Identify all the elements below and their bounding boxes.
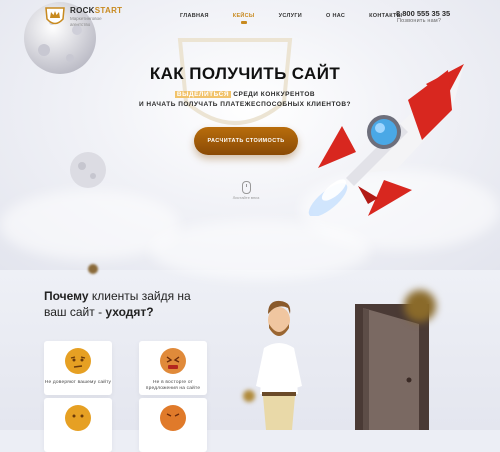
card-text: Не доверяют вашему сайту [44,380,112,385]
scroll-hint: Листайте вниз [232,195,260,200]
phone-number[interactable]: 8 800 555 35 35 [396,9,450,18]
meteor-illustration [70,152,106,188]
reason-card: Не в восторге от предложения на сайте [139,341,207,395]
cloud [150,220,370,280]
reason-card: Не доверяют вашему сайту [44,341,112,395]
callback-link[interactable]: Позвонить нам? [397,18,441,24]
disgusted-emoji-icon [160,348,186,374]
decor-dot [243,390,255,402]
logo-tagline: Маркетинговое агентство [70,16,102,27]
reason-card [139,398,207,452]
subtitle-highlight: ВЫДЕЛИТЬСЯ [174,91,231,98]
nav-item-home[interactable]: ГЛАВНАЯ [180,13,209,19]
nav-item-about[interactable]: О НАС [326,13,345,19]
rocket-illustration [308,64,464,216]
logo-name: ROCKSTART [70,6,123,15]
decor-dot [404,290,436,322]
card-text: Не в восторге от предложения на сайте [145,380,201,391]
man-character-illustration [256,300,302,430]
reason-card [44,398,112,452]
decor-dot [88,264,98,274]
main-nav: ГЛАВНАЯ КЕЙСЫ УСЛУГИ О НАС КОНТАКТЫ [180,13,426,24]
why-section-title: Почему клиенты зайдя на ваш сайт - уходя… [44,289,191,319]
crown-shield-icon [45,7,65,25]
skeptical-emoji-icon [65,348,91,374]
nav-item-services[interactable]: УСЛУГИ [279,13,302,19]
nav-item-cases[interactable]: КЕЙСЫ [233,13,255,24]
worried-emoji-icon [65,405,91,431]
calculate-cost-button[interactable]: РАСЧИТАТЬ СТОИМОСТЬ [194,127,298,155]
logo[interactable]: ROCKSTART Маркетинговое агентство [44,6,122,28]
angry-emoji-icon [160,405,186,431]
scroll-mouse-icon [242,181,251,194]
